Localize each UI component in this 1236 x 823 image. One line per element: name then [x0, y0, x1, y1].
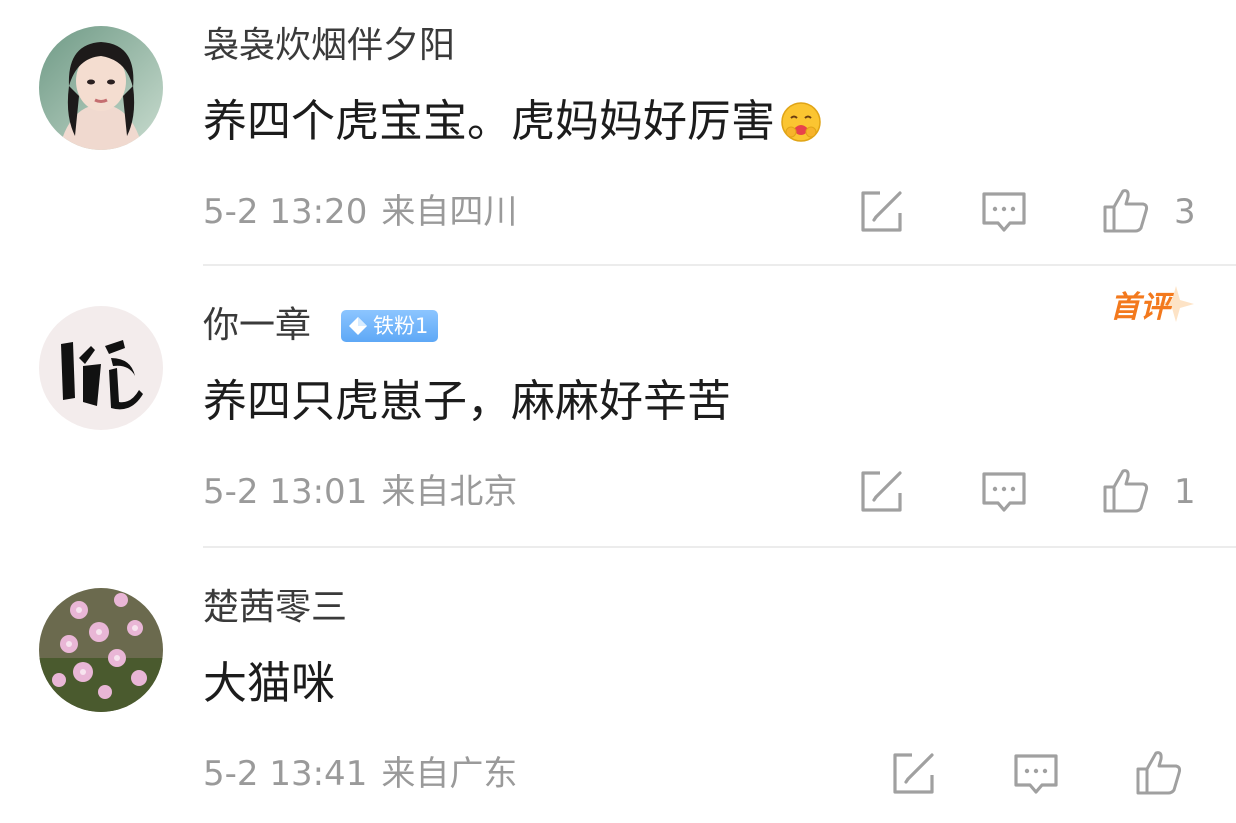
comment-item: 楚茜零三 大猫咪 5-2 13:41 来自广东	[0, 548, 1236, 823]
share-button[interactable]	[888, 749, 938, 799]
fan-badge[interactable]: 铁粉1	[341, 310, 439, 342]
like-count: 1	[1174, 472, 1196, 512]
comment-item: 袅袅炊烟伴夕阳 养四个虎宝宝。虎妈妈好厉害 5-2 13:20 来自四川 3	[0, 0, 1236, 266]
like-count: 3	[1174, 192, 1196, 232]
comment-text: 养四个虎宝宝。虎妈妈好厉害	[203, 94, 823, 150]
username[interactable]: 袅袅炊烟伴夕阳	[203, 24, 455, 68]
share-button[interactable]	[856, 467, 906, 517]
comment-time: 5-2 13:20	[203, 192, 368, 232]
hugging-face-emoji	[779, 100, 823, 144]
reply-button[interactable]	[979, 467, 1029, 517]
avatar[interactable]	[39, 588, 163, 712]
diamond-icon	[349, 317, 367, 335]
thumbs-up-icon	[1103, 469, 1149, 513]
first-comment-label: 首评	[1110, 290, 1170, 325]
comment-meta: 5-2 13:01 来自北京	[203, 470, 517, 514]
avatar[interactable]	[39, 26, 163, 150]
comment-meta: 5-2 13:41 来自广东	[203, 752, 517, 796]
share-icon	[893, 753, 934, 794]
share-button[interactable]	[856, 187, 906, 237]
like-button[interactable]	[1101, 185, 1151, 235]
comment-text-content: 养四只虎崽子，麻麻好辛苦	[203, 376, 731, 427]
share-icon	[861, 471, 902, 512]
username[interactable]: 你一章	[203, 304, 311, 348]
like-button[interactable]	[1134, 747, 1184, 797]
comment-location: 来自北京	[381, 472, 518, 512]
fan-badge-label: 铁粉1	[373, 314, 429, 338]
comment-location: 来自四川	[381, 192, 518, 232]
thumbs-up-icon	[1103, 189, 1149, 233]
reply-button[interactable]	[979, 187, 1029, 237]
reply-button[interactable]	[1011, 749, 1061, 799]
comment-time: 5-2 13:41	[203, 754, 368, 794]
thumbs-up-icon	[1136, 751, 1182, 795]
share-icon	[861, 191, 902, 232]
comment-location: 来自广东	[381, 754, 518, 794]
comment-text-content: 大猫咪	[203, 658, 335, 709]
comment-item: 你一章 铁粉1 首评 养四只虎崽子，麻麻好辛苦 5-2 13:01 来自北京 1	[0, 266, 1236, 548]
comment-meta: 5-2 13:20 来自四川	[203, 190, 517, 234]
avatar[interactable]	[39, 306, 163, 430]
username[interactable]: 楚茜零三	[203, 586, 347, 630]
comment-icon	[1014, 754, 1058, 794]
comment-text: 大猫咪	[203, 656, 335, 712]
comment-icon	[982, 472, 1026, 512]
comment-text: 养四只虎崽子，麻麻好辛苦	[203, 374, 731, 430]
first-comment-tag: 首评	[1110, 284, 1196, 334]
comment-icon	[982, 192, 1026, 232]
comment-text-content: 养四个虎宝宝。虎妈妈好厉害	[203, 96, 775, 147]
comment-time: 5-2 13:01	[203, 472, 368, 512]
like-button[interactable]	[1101, 465, 1151, 515]
